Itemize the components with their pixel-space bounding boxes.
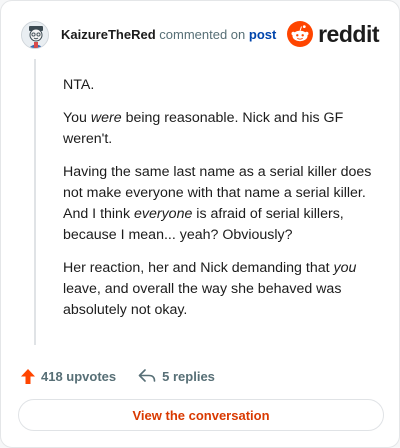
upvote-count: 418 upvotes [41,368,117,384]
comment-header: KaizureTheRed commented on post reddit [21,19,379,51]
comment-body: NTA. You were being reasonable. Nick and… [63,75,381,333]
thread-line [34,59,36,345]
comment-paragraph-1: NTA. [63,77,95,93]
replies-button[interactable]: 5 replies [138,369,215,384]
upvote-arrow-icon [21,368,35,384]
comment-paragraph-3: Having the same last name as a serial ki… [63,164,372,243]
reddit-logo[interactable]: reddit [287,19,379,49]
avatar-image [22,22,48,48]
view-conversation-button[interactable]: View the conversation [18,399,384,431]
comment-actions: 418 upvotes 5 replies [21,366,237,386]
comment-paragraph-2: You were being reasonable. Nick and his … [63,110,344,147]
reddit-snoo-icon [287,21,314,47]
reddit-wordmark: reddit [318,20,379,47]
avatar[interactable] [21,21,49,49]
comment-paragraph-4: Her reaction, her and Nick demanding tha… [63,260,357,318]
reply-arrow-icon [138,369,156,382]
username[interactable]: KaizureTheRed [61,27,156,42]
header-text: KaizureTheRed commented on post [61,27,276,43]
post-link[interactable]: post [249,27,276,42]
commented-label: commented on [159,27,246,42]
reply-count: 5 replies [162,368,215,384]
comment-card: KaizureTheRed commented on post reddit N… [0,0,400,448]
upvote-button[interactable]: 418 upvotes [21,368,117,384]
